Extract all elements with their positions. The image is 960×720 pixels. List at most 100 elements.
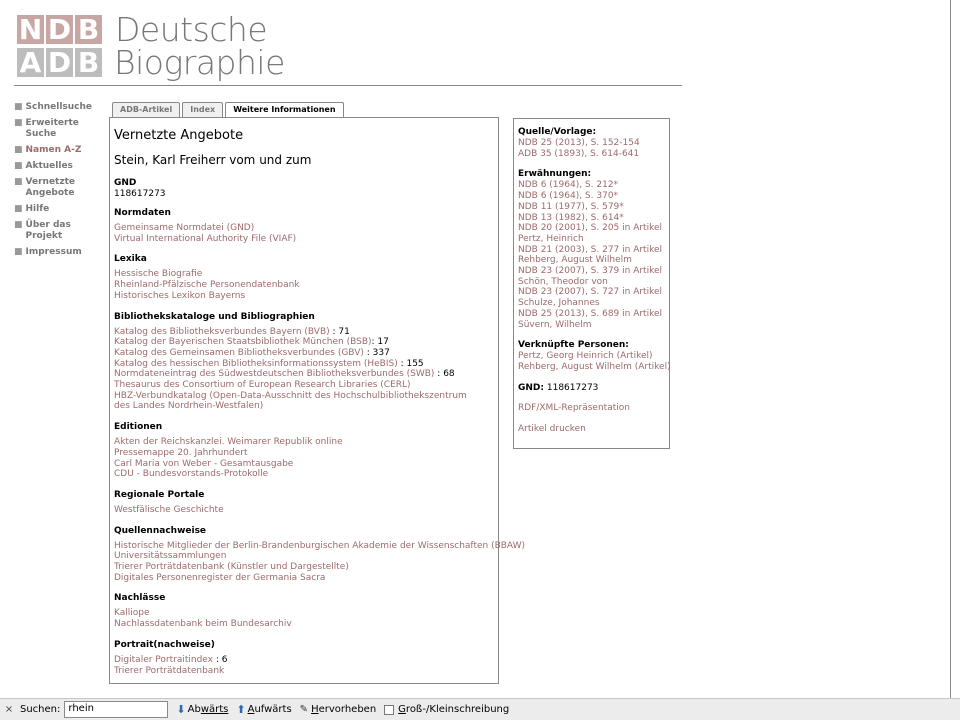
catalog-entry: Katalog des hessischen Bibliotheksinform… <box>114 359 494 370</box>
mention-link[interactable]: NDB 21 (2003), S. 277 in Artikel Rehberg… <box>518 245 665 266</box>
portrait-link[interactable]: Trierer Porträtdatenbank <box>114 666 224 676</box>
print-article-link[interactable]: Artikel drucken <box>518 424 665 435</box>
find-next-label-prefix: Ab <box>187 704 201 715</box>
nav-item-impressum[interactable]: ■ Impressum <box>14 247 109 258</box>
find-previous-label: Aufwärts <box>248 704 292 715</box>
rdf-xml-link[interactable]: RDF/XML-Repräsentation <box>518 403 665 414</box>
source-link[interactable]: Trierer Porträtdatenbank (Künstler und D… <box>114 562 494 573</box>
site-logo[interactable]: N D B Deutsche A D B Biographie <box>17 13 285 79</box>
portrait-link[interactable]: Digitaler Portraitindex <box>114 655 213 665</box>
catalog-entry: Normdateneintrag des Südwestdeutschen Bi… <box>114 369 494 380</box>
highlight-all-button[interactable]: ✎ Hervorheben <box>300 704 377 715</box>
nav-item-erweiterte-suche[interactable]: ■ Erweiterte Suche <box>14 118 109 140</box>
catalog-link[interactable]: Katalog der Bayerischen Staatsbibliothek… <box>114 337 372 347</box>
catalog-link[interactable]: Katalog des Gemeinsamen Bibliotheksverbu… <box>114 348 364 358</box>
header-divider <box>14 85 682 86</box>
linked-person-link[interactable]: Rehberg, August Wilhelm (Artikel) <box>518 362 671 373</box>
highlight-label: Hervorheben <box>311 704 376 715</box>
mention-link[interactable]: NDB 13 (1982), S. 614* <box>518 213 665 224</box>
mention-link[interactable]: NDB 11 (1977), S. 579* <box>518 202 665 213</box>
link-lexikon[interactable]: Historisches Lexikon Bayerns <box>114 291 494 302</box>
side-gnd-label: GND: <box>518 382 544 393</box>
logo-letter: B <box>75 48 102 77</box>
find-next-button[interactable]: ⬇ Abwärts <box>176 703 228 716</box>
nav-item-label: Impressum <box>25 247 82 257</box>
edition-link[interactable]: Akten der Reichskanzlei. Weimarer Republ… <box>114 437 494 448</box>
find-next-label-rest: wärts <box>200 704 229 715</box>
bullet-square-icon: ■ <box>14 220 23 230</box>
estate-link[interactable]: Nachlassdatenbank beim Bundesarchiv <box>114 619 494 630</box>
find-input[interactable]: rhein <box>64 701 169 718</box>
quelle-link[interactable]: NDB 25 (2013), S. 152-154 <box>518 138 665 149</box>
highlight-label-rest: ervorheben <box>318 704 377 715</box>
logo-letter: B <box>75 15 102 44</box>
mention-link[interactable]: NDB 6 (1964), S. 370* <box>518 191 665 202</box>
logo-letter: D <box>46 13 73 46</box>
catalog-link[interactable]: Katalog des hessischen Bibliotheksinform… <box>114 359 398 369</box>
nav-item-schnellsuche[interactable]: ■ Schnellsuche <box>14 102 109 113</box>
logo-row-ndb: N D B Deutsche <box>17 13 282 46</box>
edition-link[interactable]: CDU - Bundesvorstands-Protokolle <box>114 469 494 480</box>
nav-item-label: Erweiterte Suche <box>25 118 79 139</box>
portrait-count: : 6 <box>213 654 228 665</box>
edition-link[interactable]: Pressemappe 20. Jahrhundert <box>114 448 494 459</box>
catalog-count: : 71 <box>329 326 350 337</box>
tab-weitere-informationen[interactable]: Weitere Informationen <box>225 102 344 118</box>
nav-item-label: Aktuelles <box>25 161 73 171</box>
match-case-checkbox[interactable]: Groß-/Kleinschreibung <box>384 704 509 715</box>
highlighter-icon: ✎ <box>299 704 309 715</box>
bullet-square-icon: ■ <box>14 161 23 171</box>
verknuepfte-personen-title: Verknüpfte Personen: <box>518 340 629 351</box>
nav-item-ueber-das-projekt[interactable]: ■ Über das Projekt <box>14 220 109 242</box>
nav-item-vernetzte-angebote[interactable]: ■ Vernetzte Angebote <box>14 177 109 199</box>
article-tabs: ADB-Artikel Index Weitere Informationen <box>112 102 344 118</box>
catalog-link[interactable]: Normdateneintrag des Südwestdeutschen Bi… <box>114 369 434 379</box>
nav-item-namen-a-z[interactable]: ■ Namen A-Z <box>14 145 109 156</box>
side-gnd: GND: 118617273 <box>518 383 665 394</box>
erwaehnungen-title: Erwähnungen: <box>518 169 592 180</box>
source-link[interactable]: Historische Mitglieder der Berlin-Brande… <box>114 541 525 552</box>
close-icon[interactable]: × <box>0 704 18 715</box>
section-title-normdaten: Normdaten <box>114 208 171 218</box>
nav-item-aktuelles[interactable]: ■ Aktuelles <box>14 161 109 172</box>
estate-link[interactable]: Kalliope <box>114 608 494 619</box>
portrait-entry: Digitaler Portraitindex : 6 <box>114 655 494 666</box>
find-previous-button[interactable]: ⬆ Aufwärts <box>236 703 291 716</box>
catalog-link[interactable]: Thesaurus des Consortium of European Res… <box>114 380 411 390</box>
portal-link[interactable]: Westfälische Geschichte <box>114 505 494 516</box>
nav-item-hilfe[interactable]: ■ Hilfe <box>14 204 109 215</box>
mention-link[interactable]: NDB 20 (2001), S. 205 in Artikel Pertz, … <box>518 223 665 244</box>
bullet-square-icon: ■ <box>14 204 23 214</box>
quelle-title: Quelle/Vorlage: <box>518 127 597 137</box>
source-link[interactable]: Universitätssammlungen <box>114 551 494 562</box>
tab-index[interactable]: Index <box>182 102 224 117</box>
catalog-entry: Katalog des Bibliotheksverbundes Bayern … <box>114 327 494 338</box>
left-nav: ■ Schnellsuche ■ Erweiterte Suche ■ Namen A… <box>14 102 109 263</box>
link-gnd[interactable]: Gemeinsame Normdatei (GND) <box>114 223 494 234</box>
section-title-nachlaesse: Nachlässe <box>114 593 166 604</box>
gnd-label: GND <box>114 178 137 188</box>
linked-person-link[interactable]: Pertz, Georg Heinrich (Artikel) <box>518 351 665 362</box>
logo-word-deutsche: Deutsche <box>115 10 268 49</box>
tab-adb-artikel[interactable]: ADB-Artikel <box>112 102 181 117</box>
logo-letters-adb: A D B <box>17 48 102 77</box>
logo-row-adb: A D B Biographie <box>17 46 285 79</box>
quelle-link[interactable]: ADB 35 (1893), S. 614-641 <box>518 149 665 160</box>
mention-link[interactable]: NDB 23 (2007), S. 379 in Artikel Schön, … <box>518 266 665 287</box>
mention-link[interactable]: NDB 25 (2013), S. 689 in Artikel Süvern,… <box>518 309 665 330</box>
link-viaf[interactable]: Virtual International Authority File (VI… <box>114 234 494 245</box>
page-title: Vernetzte Angebote <box>114 128 244 143</box>
source-link[interactable]: Digitales Personenregister der Germania … <box>114 573 494 584</box>
catalog-link[interactable]: HBZ-Verbundkatalog (Open-Data-Ausschnitt… <box>114 391 467 412</box>
edition-link[interactable]: Carl Maria von Weber - Gesamtausgabe <box>114 459 494 470</box>
catalog-link[interactable]: Katalog des Bibliotheksverbundes Bayern … <box>114 327 330 337</box>
mention-link[interactable]: NDB 6 (1964), S. 212* <box>518 180 665 191</box>
mention-link[interactable]: NDB 23 (2007), S. 727 in Artikel Schulze… <box>518 287 665 308</box>
catalog-entry: Katalog der Bayerischen Staatsbibliothek… <box>114 337 494 348</box>
link-lexikon[interactable]: Hessische Biografie <box>114 269 494 280</box>
link-lexikon[interactable]: Rheinland-Pfälzische Personendatenbank <box>114 280 494 291</box>
